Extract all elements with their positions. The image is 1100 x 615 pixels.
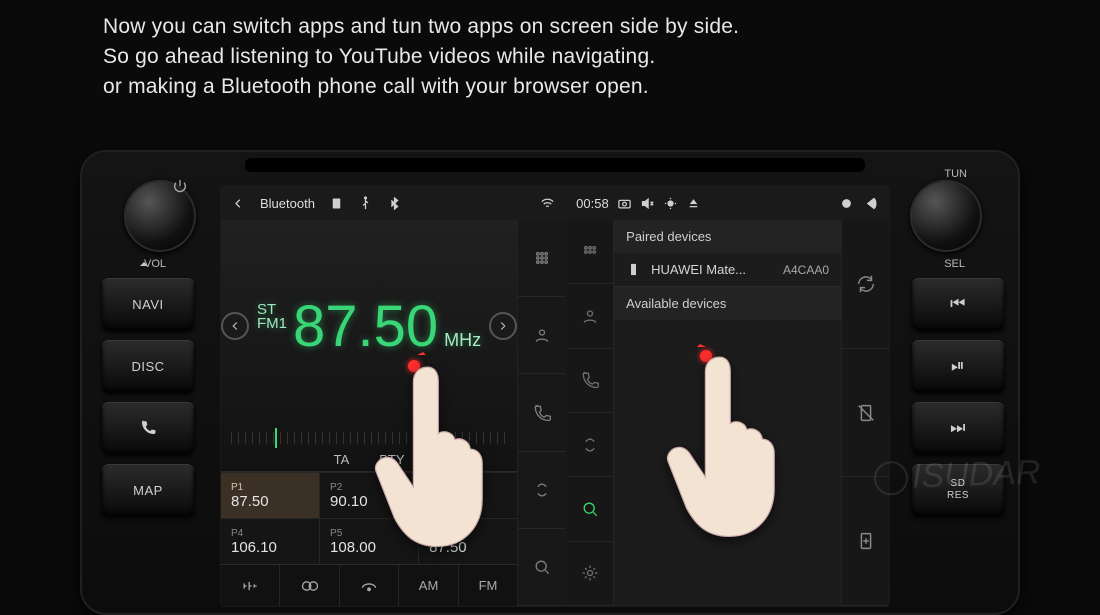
- next-track-button[interactable]: ⏭: [912, 402, 1004, 454]
- bluetooth-devices-app: 00:58: [566, 186, 889, 606]
- loop-button[interactable]: [280, 565, 339, 606]
- ta-button[interactable]: TA: [334, 452, 350, 467]
- camera-status-icon: [617, 196, 632, 211]
- promo-copy: Now you can switch apps and tun two apps…: [103, 12, 739, 102]
- device-name: HUAWEI Mate...: [651, 262, 746, 277]
- preset-1[interactable]: P1 87.50: [221, 472, 320, 518]
- map-button[interactable]: MAP: [102, 464, 194, 516]
- disc-button[interactable]: DISC: [102, 340, 194, 392]
- prev-track-button[interactable]: ⏮: [912, 278, 1004, 330]
- paired-device-row[interactable]: HUAWEI Mate... A4CAA0: [614, 253, 841, 287]
- connect-icon[interactable]: [842, 477, 889, 606]
- tuner-display: STFM1 87.50 MHz: [221, 220, 517, 432]
- seek-up-button[interactable]: [489, 312, 517, 340]
- phone-button[interactable]: [102, 402, 194, 454]
- android-back-icon[interactable]: [864, 196, 879, 211]
- promo-line-1: Now you can switch apps and tun two apps…: [103, 12, 739, 42]
- available-devices-header: Available devices: [614, 287, 841, 320]
- contacts-icon[interactable]: [518, 297, 565, 374]
- bt-contacts-icon[interactable]: [566, 284, 613, 348]
- bt-call-icon[interactable]: [566, 349, 613, 413]
- scan-button[interactable]: [340, 565, 399, 606]
- head-unit: VOL TUN SEL NAVI DISC MAP ⏮ ⏯ ⏭ SD RES: [80, 150, 1020, 615]
- touchscreen: Bluetooth: [220, 185, 890, 607]
- eq-button[interactable]: [221, 565, 280, 606]
- hard-buttons-right: ⏮ ⏯ ⏭ SD RES: [912, 278, 1004, 516]
- touch-arrow-left-icon: [414, 346, 432, 364]
- bt-main: Paired devices HUAWEI Mate... A4CAA0 Ava…: [614, 220, 841, 606]
- seek-down-button[interactable]: [221, 312, 249, 340]
- volume-knob-label: VOL: [144, 258, 166, 270]
- phone-device-icon: [626, 262, 641, 277]
- bt-link-icon[interactable]: [566, 413, 613, 477]
- navi-button[interactable]: NAVI: [102, 278, 194, 330]
- bt-body: Paired devices HUAWEI Mate... A4CAA0 Ava…: [566, 220, 889, 606]
- back-icon[interactable]: [231, 196, 246, 211]
- bt-dialpad-icon[interactable]: [566, 220, 613, 284]
- tune-knob-label: TUN: [944, 168, 967, 180]
- promo-line-3: or making a Bluetooth phone call with yo…: [103, 72, 739, 102]
- device-mac: A4CAA0: [783, 263, 829, 277]
- preset-5[interactable]: P5 108.00: [320, 518, 419, 564]
- dialpad-icon[interactable]: [518, 220, 565, 297]
- preset-6[interactable]: P6 87.50: [419, 518, 517, 564]
- sd-status-icon: [329, 196, 344, 211]
- preset-2[interactable]: P2 90.10: [320, 472, 419, 518]
- hard-buttons-left: NAVI DISC MAP: [102, 278, 194, 516]
- bt-search-icon[interactable]: [566, 477, 613, 541]
- dim-status-icon: [663, 196, 678, 211]
- bt-status-bar: 00:58: [566, 186, 889, 220]
- pty-button[interactable]: PTY: [379, 452, 404, 467]
- refresh-icon[interactable]: [842, 220, 889, 349]
- play-pause-button[interactable]: ⏯: [912, 340, 1004, 392]
- touch-arrow-right-icon: [691, 338, 709, 356]
- bt-settings-icon[interactable]: [566, 542, 613, 606]
- search-icon[interactable]: [518, 529, 565, 606]
- call-log-icon[interactable]: [518, 374, 565, 451]
- radio-main: STFM1 87.50 MHz TA PTY: [221, 220, 517, 606]
- res-label: RES: [947, 491, 969, 501]
- presets-grid: P1 87.50 P2 90.10 P3 98.10: [221, 471, 517, 564]
- radio-body: STFM1 87.50 MHz TA PTY: [221, 220, 565, 606]
- radio-status-bar: Bluetooth: [221, 186, 565, 220]
- bt-side-icons: [566, 220, 614, 606]
- fm-mode-button[interactable]: FM: [459, 565, 517, 606]
- sd-res-button[interactable]: SD RES: [912, 464, 1004, 516]
- frequency-unit: MHz: [444, 330, 481, 351]
- volume-knob[interactable]: [124, 180, 196, 252]
- bt-clock: 00:58: [576, 196, 609, 211]
- promo-line-2: So go ahead listening to YouTube videos …: [103, 42, 739, 72]
- bt-right-controls: [841, 220, 889, 606]
- preset-4[interactable]: P4 106.10: [221, 518, 320, 564]
- paired-devices-header: Paired devices: [614, 220, 841, 253]
- radio-status-title: Bluetooth: [260, 196, 315, 211]
- band-labels: STFM1: [257, 303, 287, 331]
- power-icon: [172, 178, 188, 194]
- unpair-icon[interactable]: [842, 349, 889, 478]
- bt-status-icon: [387, 196, 402, 211]
- ta-pty-row: TA PTY: [221, 444, 517, 471]
- mode-row: AM FM: [221, 564, 517, 606]
- sd-label: SD: [951, 479, 966, 489]
- am-mode-button[interactable]: AM: [399, 565, 458, 606]
- tune-knob[interactable]: [910, 180, 982, 252]
- usb-status-icon: [358, 196, 373, 211]
- wifi-status-icon: [540, 196, 555, 211]
- radio-app: Bluetooth: [221, 186, 566, 606]
- preset-3[interactable]: P3 98.10: [419, 472, 517, 518]
- home-icon[interactable]: [839, 196, 854, 211]
- mute-status-icon: [640, 196, 655, 211]
- eject-status-icon: [686, 196, 701, 211]
- radio-side-icons: [517, 220, 565, 606]
- pair-icon[interactable]: [518, 452, 565, 529]
- dial-scale[interactable]: [231, 432, 507, 444]
- select-knob-label: SEL: [944, 258, 965, 270]
- frequency-readout: STFM1 87.50 MHz: [257, 293, 481, 360]
